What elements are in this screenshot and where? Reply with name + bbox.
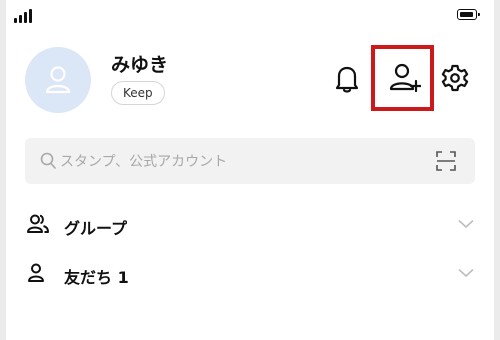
- qr-scan-icon[interactable]: [436, 151, 456, 171]
- search-placeholder: スタンプ、公式アカウント: [60, 154, 228, 170]
- avatar[interactable]: [25, 47, 91, 113]
- person-icon: [28, 263, 44, 282]
- notifications-button[interactable]: [334, 64, 364, 94]
- section-label: 友だち 1: [64, 268, 129, 287]
- chevron-down-icon: [458, 269, 474, 278]
- search-bar[interactable]: スタンプ、公式アカウント: [25, 138, 475, 184]
- add-friend-highlight-box: [371, 45, 434, 111]
- default-avatar-icon: [45, 66, 71, 94]
- home-screen: みゆき Keep スタンプ、公式アカウント グループ 友だち 1: [6, 0, 494, 340]
- group-icon: [27, 214, 49, 233]
- battery-icon: [457, 9, 480, 20]
- keep-button[interactable]: Keep: [111, 81, 165, 105]
- bell-icon: [335, 66, 359, 93]
- chevron-down-icon: [458, 220, 474, 229]
- profile-name[interactable]: みゆき: [111, 50, 168, 77]
- gear-icon: [441, 64, 469, 92]
- section-groups[interactable]: グループ: [25, 210, 475, 240]
- search-icon: [40, 152, 56, 169]
- settings-button[interactable]: [441, 64, 471, 94]
- section-friends[interactable]: 友だち 1: [25, 259, 475, 289]
- section-label: グループ: [64, 219, 128, 238]
